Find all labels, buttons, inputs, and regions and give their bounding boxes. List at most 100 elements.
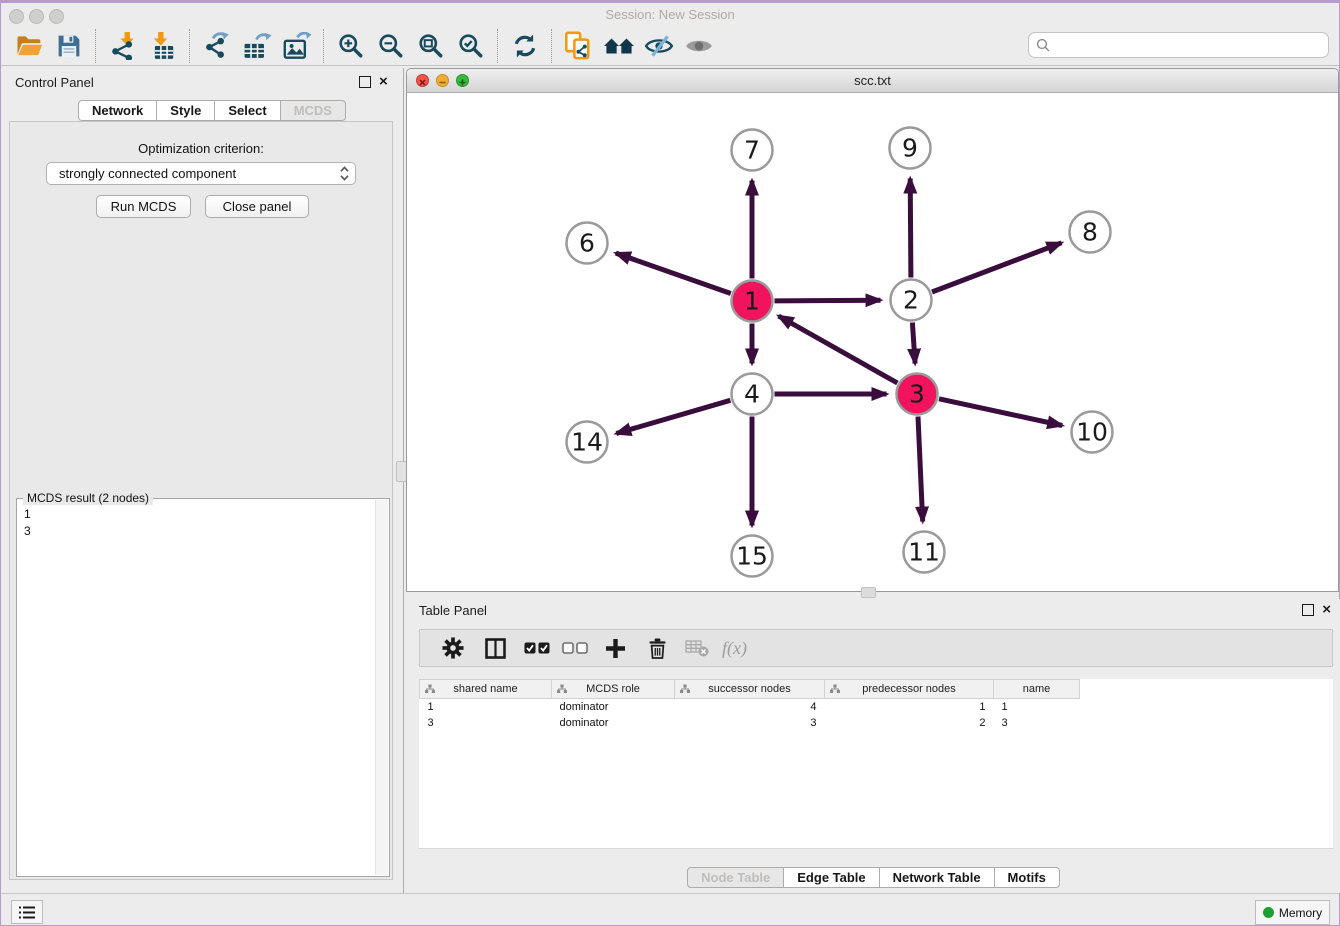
column-header-shared-name[interactable]: shared name <box>420 680 552 699</box>
graph-edge-1-6[interactable] <box>616 253 731 293</box>
table-cell[interactable]: 3 <box>420 715 552 731</box>
graph-edge-2-8[interactable] <box>932 243 1062 292</box>
graph-node-15[interactable]: 15 <box>732 536 773 577</box>
criterion-dropdown[interactable]: strongly connected component <box>46 162 356 185</box>
graph-edge-2-3[interactable] <box>912 323 915 364</box>
column-header-successor-nodes[interactable]: successor nodes <box>675 680 825 699</box>
graph-edge-4-14[interactable] <box>616 400 730 433</box>
clone-network-icon[interactable] <box>563 29 595 63</box>
zoom-in-icon[interactable] <box>335 29 367 63</box>
application-window: Session: New Session <box>0 0 1340 926</box>
graph-node-7[interactable]: 7 <box>732 130 773 171</box>
memory-label: Memory <box>1279 906 1322 920</box>
svg-text:2: 2 <box>903 286 919 315</box>
tab-network[interactable]: Network <box>78 100 157 121</box>
graph-node-4[interactable]: 4 <box>732 374 773 415</box>
select-all-icon[interactable] <box>522 633 552 663</box>
import-network-icon[interactable] <box>107 29 139 63</box>
horizontal-splitter-handle[interactable] <box>861 587 876 598</box>
float-panel-icon[interactable] <box>359 76 371 88</box>
chevron-up-down-icon <box>340 166 349 181</box>
search-field[interactable] <box>1028 32 1329 58</box>
zoom-selected-region-icon[interactable] <box>455 29 487 63</box>
graph-edge-1-2[interactable] <box>775 300 881 301</box>
control-panel-title: Control Panel <box>15 75 94 90</box>
open-file-icon[interactable] <box>13 29 45 63</box>
table-cell[interactable]: 1 <box>420 699 552 716</box>
float-panel-icon[interactable] <box>1302 604 1314 616</box>
node-table[interactable]: shared nameMCDS rolesuccessor nodesprede… <box>419 679 1333 849</box>
table-toolbar: f(x) <box>419 629 1333 667</box>
svg-text:3: 3 <box>909 380 925 409</box>
close-panel-icon[interactable]: × <box>379 77 388 87</box>
table-cell[interactable]: dominator <box>552 715 675 731</box>
memory-button[interactable]: Memory <box>1255 900 1330 925</box>
first-neighbors-icon[interactable] <box>603 29 635 63</box>
zoom-out-icon[interactable] <box>375 29 407 63</box>
table-row[interactable]: 3dominator323 <box>420 715 1080 731</box>
tab-edge-table[interactable]: Edge Table <box>784 867 879 888</box>
table-row[interactable]: 1dominator411 <box>420 699 1080 716</box>
task-history-button[interactable] <box>11 900 43 924</box>
import-table-icon[interactable] <box>147 29 179 63</box>
close-panel-button[interactable]: Close panel <box>205 195 309 218</box>
graph-edge-3-1[interactable] <box>779 316 898 383</box>
table-cell[interactable]: 3 <box>994 715 1080 731</box>
delete-column-icon[interactable] <box>642 633 672 663</box>
graph-node-10[interactable]: 10 <box>1072 412 1113 453</box>
graph-node-3[interactable]: 3 <box>897 374 938 415</box>
export-table-icon[interactable] <box>241 29 273 63</box>
refresh-view-icon[interactable] <box>509 29 541 63</box>
graph-node-9[interactable]: 9 <box>890 128 931 169</box>
hide-analysis-icon[interactable] <box>643 29 675 63</box>
column-header-predecessor-nodes[interactable]: predecessor nodes <box>825 680 994 699</box>
table-cell[interactable]: 1 <box>825 699 994 716</box>
graph-edge-3-11[interactable] <box>918 417 923 522</box>
export-image-icon[interactable] <box>281 29 313 63</box>
graph-edge-2-9[interactable] <box>910 179 911 278</box>
title-bar[interactable]: Session: New Session <box>1 3 1339 27</box>
table-settings-icon[interactable] <box>438 633 468 663</box>
run-mcds-button[interactable]: Run MCDS <box>96 195 191 218</box>
table-cell[interactable]: 3 <box>675 715 825 731</box>
graph-node-8[interactable]: 8 <box>1070 212 1111 253</box>
graph-node-11[interactable]: 11 <box>904 532 945 573</box>
svg-text:15: 15 <box>736 542 768 571</box>
deselect-all-icon[interactable] <box>560 633 590 663</box>
zoom-fit-content-icon[interactable] <box>415 29 447 63</box>
control-panel-tabs: NetworkStyleSelectMCDS <box>78 100 346 121</box>
show-analysis-icon[interactable] <box>683 29 715 63</box>
graph-node-14[interactable]: 14 <box>567 422 608 463</box>
export-network-icon[interactable] <box>201 29 233 63</box>
tab-node-table[interactable]: Node Table <box>687 867 784 888</box>
column-header-name[interactable]: name <box>994 680 1080 699</box>
tab-mcds[interactable]: MCDS <box>281 100 346 121</box>
table-cell[interactable]: 2 <box>825 715 994 731</box>
delete-table-icon[interactable] <box>682 633 712 663</box>
add-column-icon[interactable] <box>600 633 630 663</box>
graph-node-2[interactable]: 2 <box>891 280 932 321</box>
column-header-MCDS-role[interactable]: MCDS role <box>552 680 675 699</box>
tab-motifs[interactable]: Motifs <box>995 867 1060 888</box>
save-session-icon[interactable] <box>53 29 85 63</box>
criterion-value: strongly connected component <box>59 166 236 181</box>
close-panel-icon[interactable]: × <box>1322 605 1331 615</box>
toolbar-separator <box>95 29 97 63</box>
result-scrollbar[interactable] <box>375 500 388 875</box>
toggle-column-display-icon[interactable] <box>480 633 510 663</box>
function-builder-icon[interactable]: f(x) <box>722 638 747 659</box>
table-cell[interactable]: dominator <box>552 699 675 716</box>
tab-style[interactable]: Style <box>157 100 215 121</box>
network-window-titlebar[interactable]: scc.txt <box>407 69 1338 93</box>
graph-node-1[interactable]: 1 <box>732 281 773 322</box>
tab-network-table[interactable]: Network Table <box>880 867 995 888</box>
table-cell[interactable]: 4 <box>675 699 825 716</box>
graph-node-6[interactable]: 6 <box>567 223 608 264</box>
memory-status-icon <box>1263 907 1274 918</box>
table-cell[interactable]: 1 <box>994 699 1080 716</box>
graph-edge-3-10[interactable] <box>939 399 1062 426</box>
search-input[interactable] <box>1050 37 1304 53</box>
tab-select[interactable]: Select <box>215 100 280 121</box>
table-panel-tabs: Node TableEdge TableNetwork TableMotifs <box>406 867 1340 888</box>
network-graph-canvas[interactable]: 7 9 6 8 1 2 4 3 14 10 15 11 <box>407 92 1338 591</box>
